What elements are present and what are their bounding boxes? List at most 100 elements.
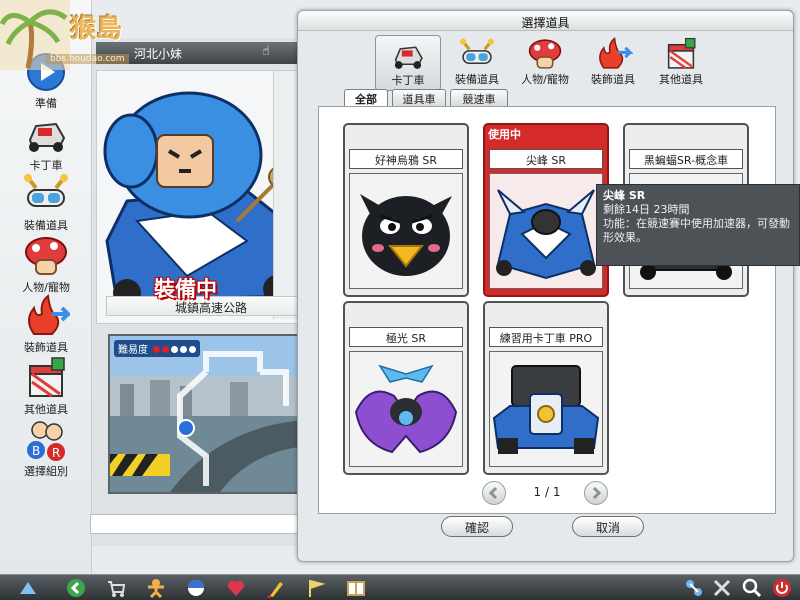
flame-arrow-icon [28, 294, 70, 335]
confirm-button[interactable]: 確認 [441, 516, 513, 537]
brush-icon[interactable] [266, 578, 286, 598]
kart-icon [28, 122, 66, 152]
sidebar-item-label: 其他道具 [24, 403, 68, 416]
taskbar [0, 574, 800, 600]
book-icon[interactable] [346, 578, 366, 598]
subtab-racing-kart[interactable]: 競速車 [450, 89, 508, 106]
sidebar-item-label: 裝飾道具 [24, 341, 68, 354]
cancel-button[interactable]: 取消 [572, 516, 644, 537]
gift-box-icon [29, 357, 65, 398]
left-sidebar: 準備 卡丁車 裝備道具 人物/寵物 裝飾道具 其他道具 B R 選擇組別 [0, 0, 92, 574]
item-card[interactable]: 好神烏鴉 SR [343, 123, 469, 297]
prev-page-button[interactable] [482, 481, 506, 505]
mushroom-character-icon [528, 39, 562, 69]
subtab-item-kart[interactable]: 道具車 [392, 89, 446, 106]
equipped-badge: 裝備中 [154, 277, 217, 301]
sidebar-item-other[interactable]: 其他道具 [6, 356, 86, 417]
category-tab-kart[interactable]: 卡丁車 [375, 35, 441, 91]
item-tooltip: 尖峰 SR 剩餘14日 23時間 功能：在競速賽中使用加速器，可發動 形效果。 [596, 184, 800, 266]
chat-input[interactable] [90, 514, 300, 534]
item-name: 尖峰 SR [489, 149, 603, 169]
select-item-dialog: 選擇道具 卡丁車 裝備道具 人物/寵物 裝飾道具 其他道具 全部 道具車 競速車… [297, 10, 794, 562]
category-tab-other[interactable]: 其他道具 [648, 35, 714, 91]
difficulty-dot [189, 346, 197, 353]
gift-box-icon [667, 37, 696, 69]
capsule-icon[interactable] [186, 578, 206, 598]
power-icon[interactable] [772, 578, 792, 598]
goggles-icon [460, 38, 494, 65]
next-page-button[interactable] [584, 481, 608, 505]
goggles-icon [24, 174, 68, 207]
category-tab-character-pet[interactable]: 人物/寵物 [512, 35, 578, 91]
difficulty-dot [171, 346, 179, 353]
search-icon[interactable] [742, 578, 762, 598]
sidebar-item-label: 人物/寵物 [22, 281, 70, 294]
watermark-logo-text: 猴島 [70, 14, 123, 44]
tooltip-remaining-time: 剩餘14日 23時間 [603, 203, 690, 216]
sidebar-item-label: 裝備道具 [24, 219, 68, 232]
category-label: 裝飾道具 [591, 73, 635, 86]
team-select-icon: B R [27, 421, 65, 461]
item-thumbnail [349, 173, 463, 289]
item-card[interactable]: 極光 SR [343, 301, 469, 475]
svg-text:R: R [52, 446, 60, 460]
difficulty-label: 難易度 [118, 345, 148, 356]
watermark-url: bbs.houdao.com [46, 54, 129, 64]
sidebar-item-kart[interactable]: 卡丁車 [6, 112, 86, 173]
sidebar-item-decoration[interactable]: 裝飾道具 [6, 294, 86, 355]
tooltip-function-text: 功能：在競速賽中使用加速器，可發動 [603, 217, 790, 230]
site-watermark: 猴島 bbs.houdao.com [0, 0, 160, 70]
tooltip-function-text-cont: 形效果。 [603, 231, 647, 244]
category-tab-equipment[interactable]: 裝備道具 [444, 35, 510, 91]
chevron-right-icon [592, 486, 602, 500]
difficulty-indicator: 難易度 [114, 340, 201, 357]
category-label: 人物/寵物 [521, 73, 569, 86]
item-card-selected[interactable]: 使用中 尖峰 SR [483, 123, 609, 297]
category-label: 其他道具 [659, 73, 703, 86]
sidebar-item-team-select[interactable]: B R 選擇組別 [6, 418, 86, 479]
svg-text:B: B [32, 444, 40, 458]
item-name: 練習用卡丁車 PRO [489, 327, 603, 347]
flag-icon[interactable] [306, 578, 326, 598]
flame-arrow-icon [599, 37, 633, 69]
shop-cart-icon[interactable] [106, 578, 126, 598]
item-thumbnail [489, 351, 603, 467]
aurora-kart-icon [354, 364, 458, 454]
hand-cursor-icon: ☝ [262, 44, 270, 59]
sidebar-item-label: 選擇組別 [24, 465, 68, 478]
difficulty-dot [180, 346, 188, 353]
category-label: 卡丁車 [391, 74, 425, 87]
heart-icon[interactable] [226, 578, 246, 598]
item-name: 極光 SR [349, 327, 463, 347]
track-preview[interactable]: 難易度 [108, 334, 308, 494]
item-card[interactable]: 練習用卡丁車 PRO [483, 301, 609, 475]
mushroom-character-icon [25, 237, 67, 275]
item-name: 黑蝙蝠SR-概念車 [629, 149, 743, 169]
lobby-area: 河北小妹 ☝ 裝備中 城鎮高速公路 難易度 [92, 38, 316, 546]
tooltip-item-name: 尖峰 SR [603, 189, 646, 202]
character-pose-icon[interactable] [146, 578, 166, 598]
sidebar-item-character-pet[interactable]: 人物/寵物 [6, 234, 86, 295]
item-thumbnail [489, 173, 603, 289]
back-arrow-icon[interactable] [66, 578, 86, 598]
practice-kart-icon [492, 365, 600, 454]
category-tab-decoration[interactable]: 裝飾道具 [580, 35, 646, 91]
crow-kart-icon [360, 194, 452, 276]
chevron-left-icon [488, 486, 498, 500]
item-name: 好神烏鴉 SR [349, 149, 463, 169]
item-grid: 好神烏鴉 SR 使用中 尖峰 SR 黑蝙蝠SR-概念車 極光 SR 練習用卡丁車… [318, 106, 776, 514]
sidebar-item-label: 準備 [35, 97, 57, 110]
network-icon[interactable] [684, 578, 704, 598]
subtab-all[interactable]: 全部 [344, 89, 388, 106]
game-logo-icon[interactable] [18, 578, 38, 598]
tools-icon[interactable] [712, 578, 732, 598]
peak-kart-icon [496, 189, 596, 280]
in-use-tag: 使用中 [488, 128, 521, 141]
difficulty-dots [151, 345, 197, 356]
dialog-title: 選擇道具 [298, 11, 793, 31]
difficulty-dot [162, 346, 170, 353]
category-label: 裝備道具 [455, 73, 499, 86]
track-preview-image [110, 336, 306, 492]
kart-icon [394, 46, 423, 69]
sidebar-item-equipment[interactable]: 裝備道具 [6, 172, 86, 233]
